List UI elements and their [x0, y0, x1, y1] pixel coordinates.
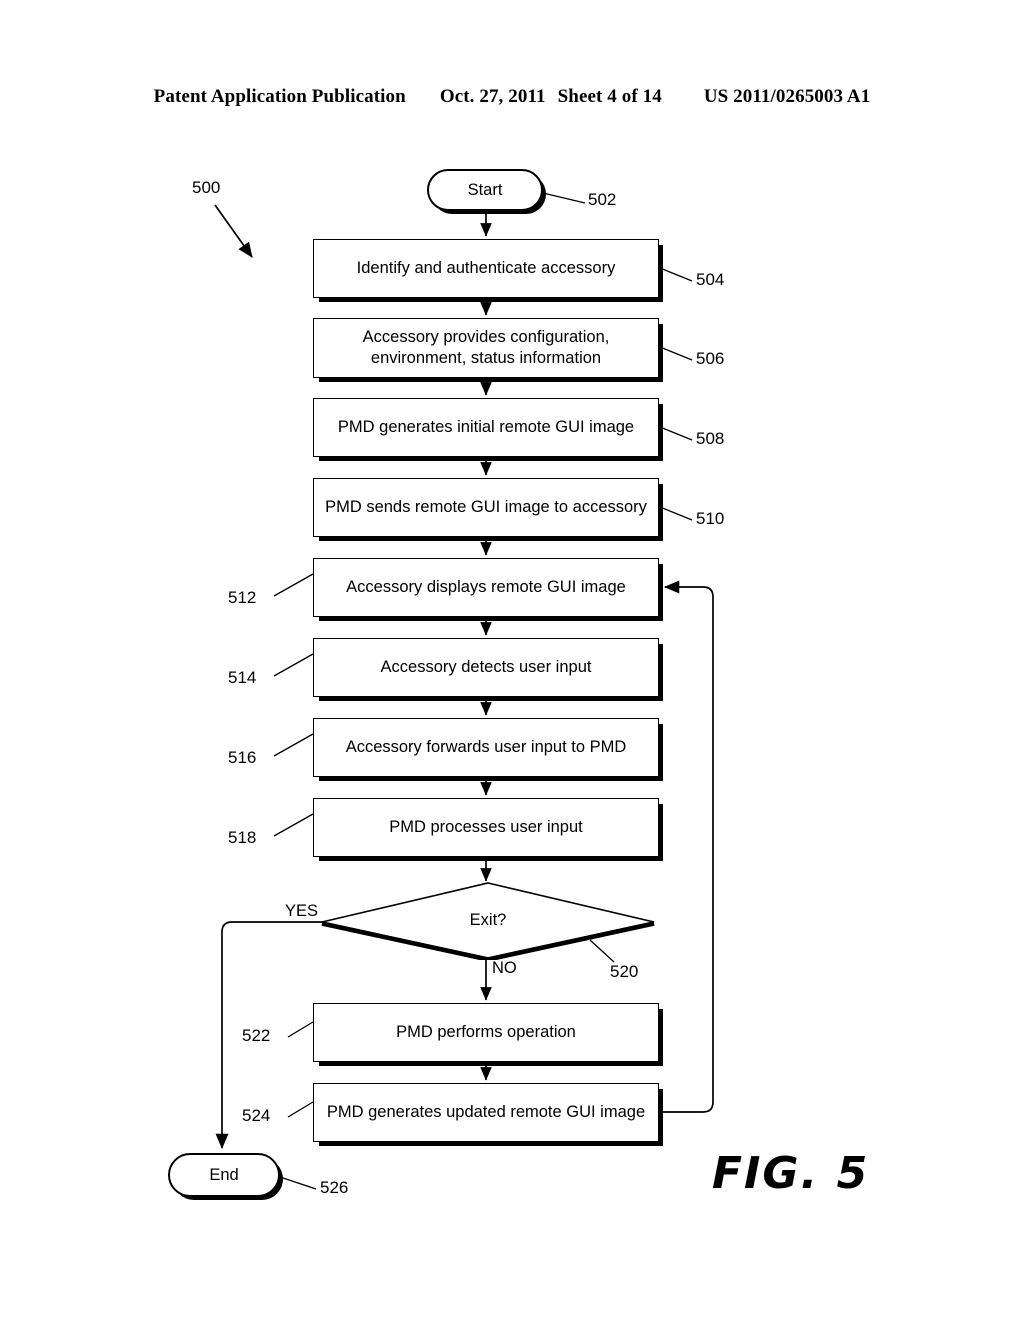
leader-504	[659, 267, 693, 282]
node-accessory-detects-user-input: Accessory detects user input	[313, 638, 659, 697]
node-start: Start	[427, 169, 543, 211]
patent-figure-page: Patent Application Publication Oct. 27, …	[0, 0, 1024, 1320]
flowchart-diagram: 500 Start 502 Identify and authenticate …	[0, 0, 1024, 1320]
leader-502	[542, 192, 586, 204]
reference-numeral-512: 512	[228, 588, 257, 607]
node-accessory-displays-gui: Accessory displays remote GUI image	[313, 558, 659, 617]
reference-numeral-526: 526	[320, 1178, 349, 1197]
node-524-label: PMD generates updated remote GUI image	[326, 1103, 646, 1122]
node-pmd-performs-operation: PMD performs operation	[313, 1003, 659, 1062]
leader-524	[287, 1101, 314, 1118]
node-504-label: Identify and authenticate accessory	[356, 259, 616, 278]
node-accessory-forwards-user-input: Accessory forwards user input to PMD	[313, 718, 659, 777]
leader-510	[659, 506, 693, 521]
reference-numeral-514: 514	[228, 668, 257, 687]
edge-520-526-yes	[215, 921, 322, 1150]
leader-526	[279, 1176, 317, 1190]
node-522-label: PMD performs operation	[396, 1023, 576, 1042]
reference-numeral-524: 524	[242, 1106, 271, 1125]
leader-514	[273, 653, 314, 677]
leader-522	[287, 1021, 314, 1038]
node-pmd-sends-gui-to-accessory: PMD sends remote GUI image to accessory	[313, 478, 659, 537]
reference-numeral-504: 504	[696, 270, 725, 289]
edge-524-512-loop	[659, 580, 714, 1113]
figure-caption: FIG. 5	[712, 1148, 870, 1199]
branch-label-yes: YES	[285, 902, 319, 920]
leader-516	[273, 733, 314, 757]
diagram-ref-arrow-500	[214, 204, 253, 258]
leader-512	[273, 573, 314, 597]
node-exit-decision: Exit?	[320, 881, 656, 962]
reference-numeral-518: 518	[228, 828, 257, 847]
node-512-label: Accessory displays remote GUI image	[346, 578, 626, 597]
node-pmd-processes-user-input: PMD processes user input	[313, 798, 659, 857]
decision-diamond-shape	[321, 882, 655, 962]
reference-numeral-510: 510	[696, 509, 725, 528]
node-516-label: Accessory forwards user input to PMD	[345, 738, 627, 757]
node-pmd-generates-updated-gui: PMD generates updated remote GUI image	[313, 1083, 659, 1142]
node-506-label: Accessory provides configuration, enviro…	[362, 328, 610, 367]
node-accessory-provides-configuration: Accessory provides configuration, enviro…	[313, 318, 659, 378]
reference-numeral-516: 516	[228, 748, 257, 767]
reference-numeral-520: 520	[610, 962, 639, 981]
reference-numeral-506: 506	[696, 349, 725, 368]
node-end: End	[168, 1153, 280, 1197]
leader-506	[659, 346, 693, 361]
node-end-label: End	[209, 1165, 239, 1184]
reference-numeral-502: 502	[588, 190, 617, 209]
reference-numeral-500: 500	[192, 178, 221, 197]
branch-label-no: NO	[492, 959, 517, 977]
leader-518	[273, 813, 314, 837]
node-start-label: Start	[467, 180, 503, 199]
reference-numeral-522: 522	[242, 1026, 271, 1045]
node-pmd-generates-initial-gui: PMD generates initial remote GUI image	[313, 398, 659, 457]
node-514-label: Accessory detects user input	[380, 658, 592, 677]
node-518-label: PMD processes user input	[389, 818, 583, 837]
node-508-label: PMD generates initial remote GUI image	[337, 418, 635, 437]
node-identify-authenticate-accessory: Identify and authenticate accessory	[313, 239, 659, 298]
node-510-label: PMD sends remote GUI image to accessory	[325, 498, 647, 517]
reference-numeral-508: 508	[696, 429, 725, 448]
leader-508	[659, 426, 693, 441]
